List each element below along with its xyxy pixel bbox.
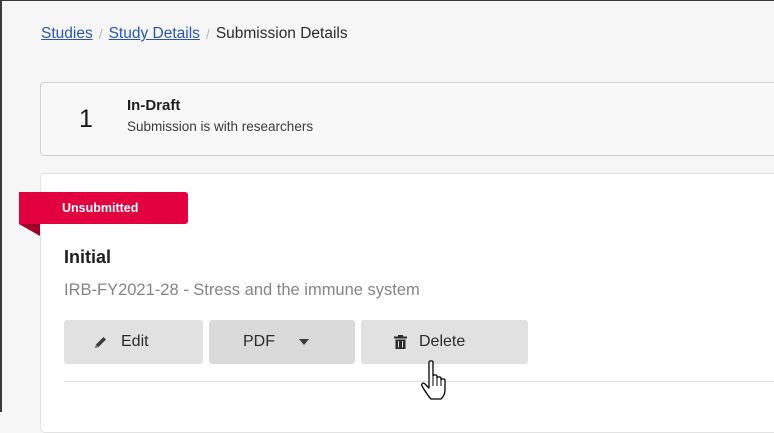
section-divider: [64, 381, 774, 382]
caret-down-icon: [299, 339, 309, 345]
submission-title: Initial: [64, 247, 112, 267]
hand-pointer-cursor-icon: [421, 360, 451, 407]
status-badge: Unsubmitted: [19, 192, 188, 224]
status-card: 1 In-Draft Submission is with researcher…: [40, 82, 774, 156]
pencil-icon: [93, 334, 109, 350]
breadcrumb-link-studies[interactable]: Studies: [41, 25, 93, 43]
breadcrumb-link-study-details[interactable]: Study Details: [109, 25, 200, 43]
delete-button[interactable]: Delete: [361, 320, 528, 364]
pdf-button-label: PDF: [243, 333, 275, 350]
status-subtitle: Submission is with researchers: [127, 119, 314, 134]
status-badge-label: Unsubmitted: [62, 201, 139, 215]
pdf-dropdown-button[interactable]: PDF: [209, 320, 355, 364]
status-title: In-Draft: [127, 97, 181, 114]
submission-description: IRB-FY2021-28 - Stress and the immune sy…: [64, 281, 420, 299]
edit-button[interactable]: Edit: [64, 320, 203, 364]
delete-button-label: Delete: [419, 333, 466, 350]
ribbon-fold: [19, 224, 40, 236]
breadcrumb: Studies / Study Details / Submission Det…: [41, 25, 348, 43]
trash-icon: [394, 335, 407, 349]
breadcrumb-separator: /: [98, 26, 103, 42]
edit-button-label: Edit: [121, 333, 149, 350]
status-step-number: 1: [79, 105, 93, 133]
breadcrumb-current: Submission Details: [215, 25, 348, 42]
breadcrumb-separator: /: [205, 26, 210, 42]
